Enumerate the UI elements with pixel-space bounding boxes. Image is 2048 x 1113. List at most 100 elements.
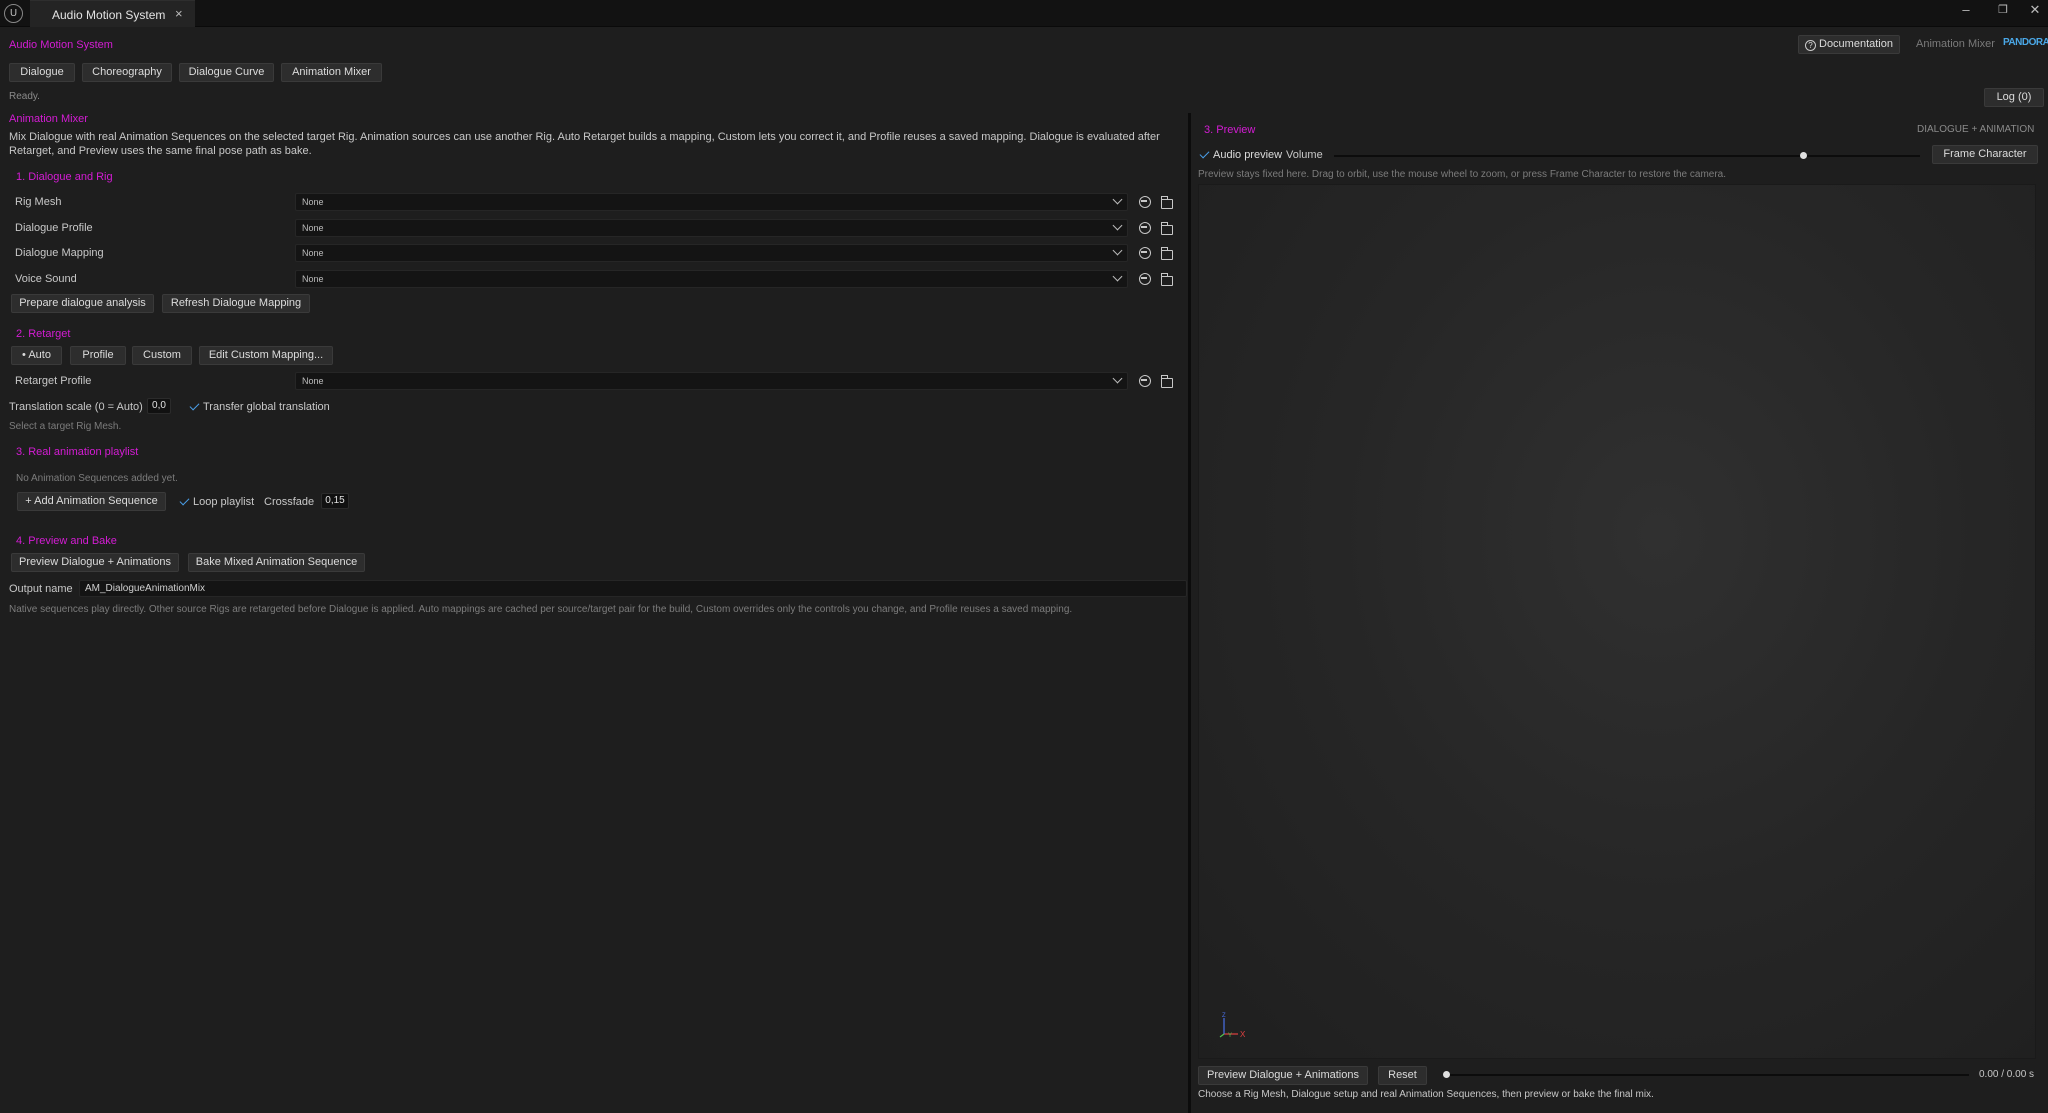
translation-scale-label: Translation scale (0 = Auto) bbox=[9, 401, 143, 413]
axis-y-line bbox=[1219, 1033, 1225, 1038]
timeline-slider-track[interactable] bbox=[1443, 1074, 1969, 1076]
tab-choreography[interactable]: Choreography bbox=[82, 63, 172, 82]
tab-dialogue[interactable]: Dialogue bbox=[9, 63, 75, 82]
add-animation-sequence-button[interactable]: + Add Animation Sequence bbox=[17, 492, 166, 511]
chevron-down-icon bbox=[1112, 194, 1123, 205]
crossfade-input[interactable]: 0,15 bbox=[321, 493, 349, 509]
status-text: Ready. bbox=[9, 91, 40, 102]
section-playlist-title: 3. Real animation playlist bbox=[16, 446, 139, 458]
time-readout: 0.00 / 0.00 s bbox=[1979, 1069, 2035, 1080]
retarget-hint: Select a target Rig Mesh. bbox=[9, 421, 122, 432]
chevron-down-icon bbox=[1112, 220, 1123, 231]
browse-folder-icon[interactable] bbox=[1160, 375, 1173, 388]
help-icon: ? bbox=[1805, 40, 1816, 51]
maximize-icon[interactable]: ❐ bbox=[1993, 3, 2013, 16]
tab-dialogue-curve[interactable]: Dialogue Curve bbox=[179, 63, 274, 82]
retarget-custom-button[interactable]: Custom bbox=[132, 346, 192, 365]
volume-label: Volume bbox=[1286, 149, 1323, 161]
retarget-profile-value: None bbox=[302, 376, 324, 386]
documentation-label: Documentation bbox=[1819, 38, 1893, 50]
dialogue-profile-value: None bbox=[302, 223, 324, 233]
output-name-value: AM_DialogueAnimationMix bbox=[85, 583, 206, 594]
dialogue-mapping-label: Dialogue Mapping bbox=[15, 247, 104, 259]
rig-mesh-value: None bbox=[302, 197, 324, 207]
voice-sound-value: None bbox=[302, 274, 324, 284]
output-name-label: Output name bbox=[9, 583, 73, 595]
axis-gizmo: X Y Z bbox=[1219, 1013, 1246, 1039]
rig-mesh-label: Rig Mesh bbox=[15, 196, 62, 208]
volume-slider-thumb[interactable] bbox=[1799, 152, 1807, 159]
transfer-global-translation-label: Transfer global translation bbox=[203, 401, 330, 413]
tab-audio-motion-system[interactable]: Audio Motion System × bbox=[30, 0, 195, 27]
chevron-down-icon bbox=[1112, 245, 1123, 256]
preview-subtitle: DIALOGUE + ANIMATION bbox=[1917, 124, 2035, 135]
chevron-down-icon bbox=[1112, 271, 1123, 282]
preview-hint: Preview stays fixed here. Drag to orbit,… bbox=[1198, 169, 1727, 180]
section-retarget-title: 2. Retarget bbox=[16, 328, 71, 340]
loop-playlist-checkbox[interactable] bbox=[179, 496, 190, 507]
voice-sound-dropdown[interactable]: None bbox=[295, 270, 1128, 288]
transfer-global-translation-checkbox[interactable] bbox=[189, 401, 200, 412]
bake-mixed-animation-button[interactable]: Bake Mixed Animation Sequence bbox=[188, 553, 365, 572]
minimize-icon[interactable]: – bbox=[1956, 2, 1976, 17]
browse-folder-icon[interactable] bbox=[1160, 222, 1173, 235]
brand-logo: PANDORA bbox=[2003, 37, 2048, 48]
dialogue-mapping-value: None bbox=[302, 248, 324, 258]
refresh-dialogue-mapping-button[interactable]: Refresh Dialogue Mapping bbox=[162, 294, 310, 313]
preview-footer-hint: Choose a Rig Mesh, Dialogue setup and re… bbox=[1198, 1089, 1654, 1100]
unreal-logo-icon: U bbox=[4, 4, 23, 23]
preview-play-button[interactable]: Preview Dialogue + Animations bbox=[1198, 1066, 1368, 1085]
browse-folder-icon[interactable] bbox=[1160, 196, 1173, 209]
use-selected-arrow-icon[interactable] bbox=[1139, 222, 1151, 234]
use-selected-arrow-icon[interactable] bbox=[1139, 196, 1151, 208]
mode-label: Animation Mixer bbox=[1916, 38, 1995, 50]
axis-z-label: Z bbox=[1222, 1013, 1226, 1019]
crossfade-label: Crossfade bbox=[264, 496, 315, 508]
dialogue-profile-dropdown[interactable]: None bbox=[295, 219, 1128, 237]
axis-y-label: Y bbox=[1228, 1033, 1232, 1039]
retarget-profile-label: Retarget Profile bbox=[15, 375, 92, 387]
loop-playlist-label: Loop playlist bbox=[193, 496, 255, 508]
audio-preview-label: Audio preview bbox=[1213, 149, 1283, 161]
prepare-dialogue-analysis-button[interactable]: Prepare dialogue analysis bbox=[11, 294, 154, 313]
edit-custom-mapping-button[interactable]: Edit Custom Mapping... bbox=[199, 346, 333, 365]
tab-animation-mixer[interactable]: Animation Mixer bbox=[281, 63, 382, 82]
frame-character-button[interactable]: Frame Character bbox=[1932, 145, 2038, 164]
documentation-button[interactable]: ? Documentation bbox=[1798, 35, 1900, 54]
volume-slider-track[interactable] bbox=[1334, 155, 1920, 157]
translation-scale-input[interactable]: 0,0 bbox=[147, 398, 171, 414]
section-dialogue-rig-title: 1. Dialogue and Rig bbox=[16, 171, 113, 183]
mixer-title: Animation Mixer bbox=[9, 113, 88, 125]
output-name-input[interactable]: AM_DialogueAnimationMix bbox=[79, 580, 1187, 597]
use-selected-arrow-icon[interactable] bbox=[1139, 273, 1151, 285]
rig-mesh-dropdown[interactable]: None bbox=[295, 193, 1128, 211]
use-selected-arrow-icon[interactable] bbox=[1139, 247, 1151, 259]
axis-x-label: X bbox=[1240, 1030, 1246, 1039]
dialogue-mapping-dropdown[interactable]: None bbox=[295, 244, 1128, 262]
app-title: Audio Motion System bbox=[9, 39, 113, 51]
tab-title: Audio Motion System bbox=[52, 8, 166, 22]
voice-sound-label: Voice Sound bbox=[15, 273, 77, 285]
bake-note: Native sequences play directly. Other so… bbox=[9, 604, 1073, 615]
preview-title: 3. Preview bbox=[1204, 124, 1256, 136]
close-window-icon[interactable]: ✕ bbox=[2025, 2, 2045, 18]
preview-viewport[interactable] bbox=[1198, 184, 2036, 1059]
mixer-description: Mix Dialogue with real Animation Sequenc… bbox=[9, 131, 1160, 157]
title-bar: U Audio Motion System × – ❐ ✕ bbox=[0, 0, 2048, 27]
retarget-profile-dropdown[interactable]: None bbox=[295, 372, 1128, 390]
section-preview-bake-title: 4. Preview and Bake bbox=[16, 535, 117, 547]
log-button[interactable]: Log (0) bbox=[1984, 88, 2044, 107]
browse-folder-icon[interactable] bbox=[1160, 247, 1173, 260]
close-tab-icon[interactable]: × bbox=[175, 6, 183, 21]
dialogue-profile-label: Dialogue Profile bbox=[15, 222, 93, 234]
preview-dialogue-animations-button[interactable]: Preview Dialogue + Animations bbox=[11, 553, 179, 572]
retarget-profile-button[interactable]: Profile bbox=[70, 346, 126, 365]
retarget-auto-button[interactable]: • Auto bbox=[11, 346, 62, 365]
reset-button[interactable]: Reset bbox=[1378, 1066, 1427, 1085]
audio-preview-checkbox[interactable] bbox=[1199, 149, 1210, 160]
chevron-down-icon bbox=[1112, 373, 1123, 384]
browse-folder-icon[interactable] bbox=[1160, 273, 1173, 286]
playlist-empty-text: No Animation Sequences added yet. bbox=[16, 473, 178, 484]
timeline-slider-thumb[interactable] bbox=[1443, 1071, 1450, 1078]
use-selected-arrow-icon[interactable] bbox=[1139, 375, 1151, 387]
